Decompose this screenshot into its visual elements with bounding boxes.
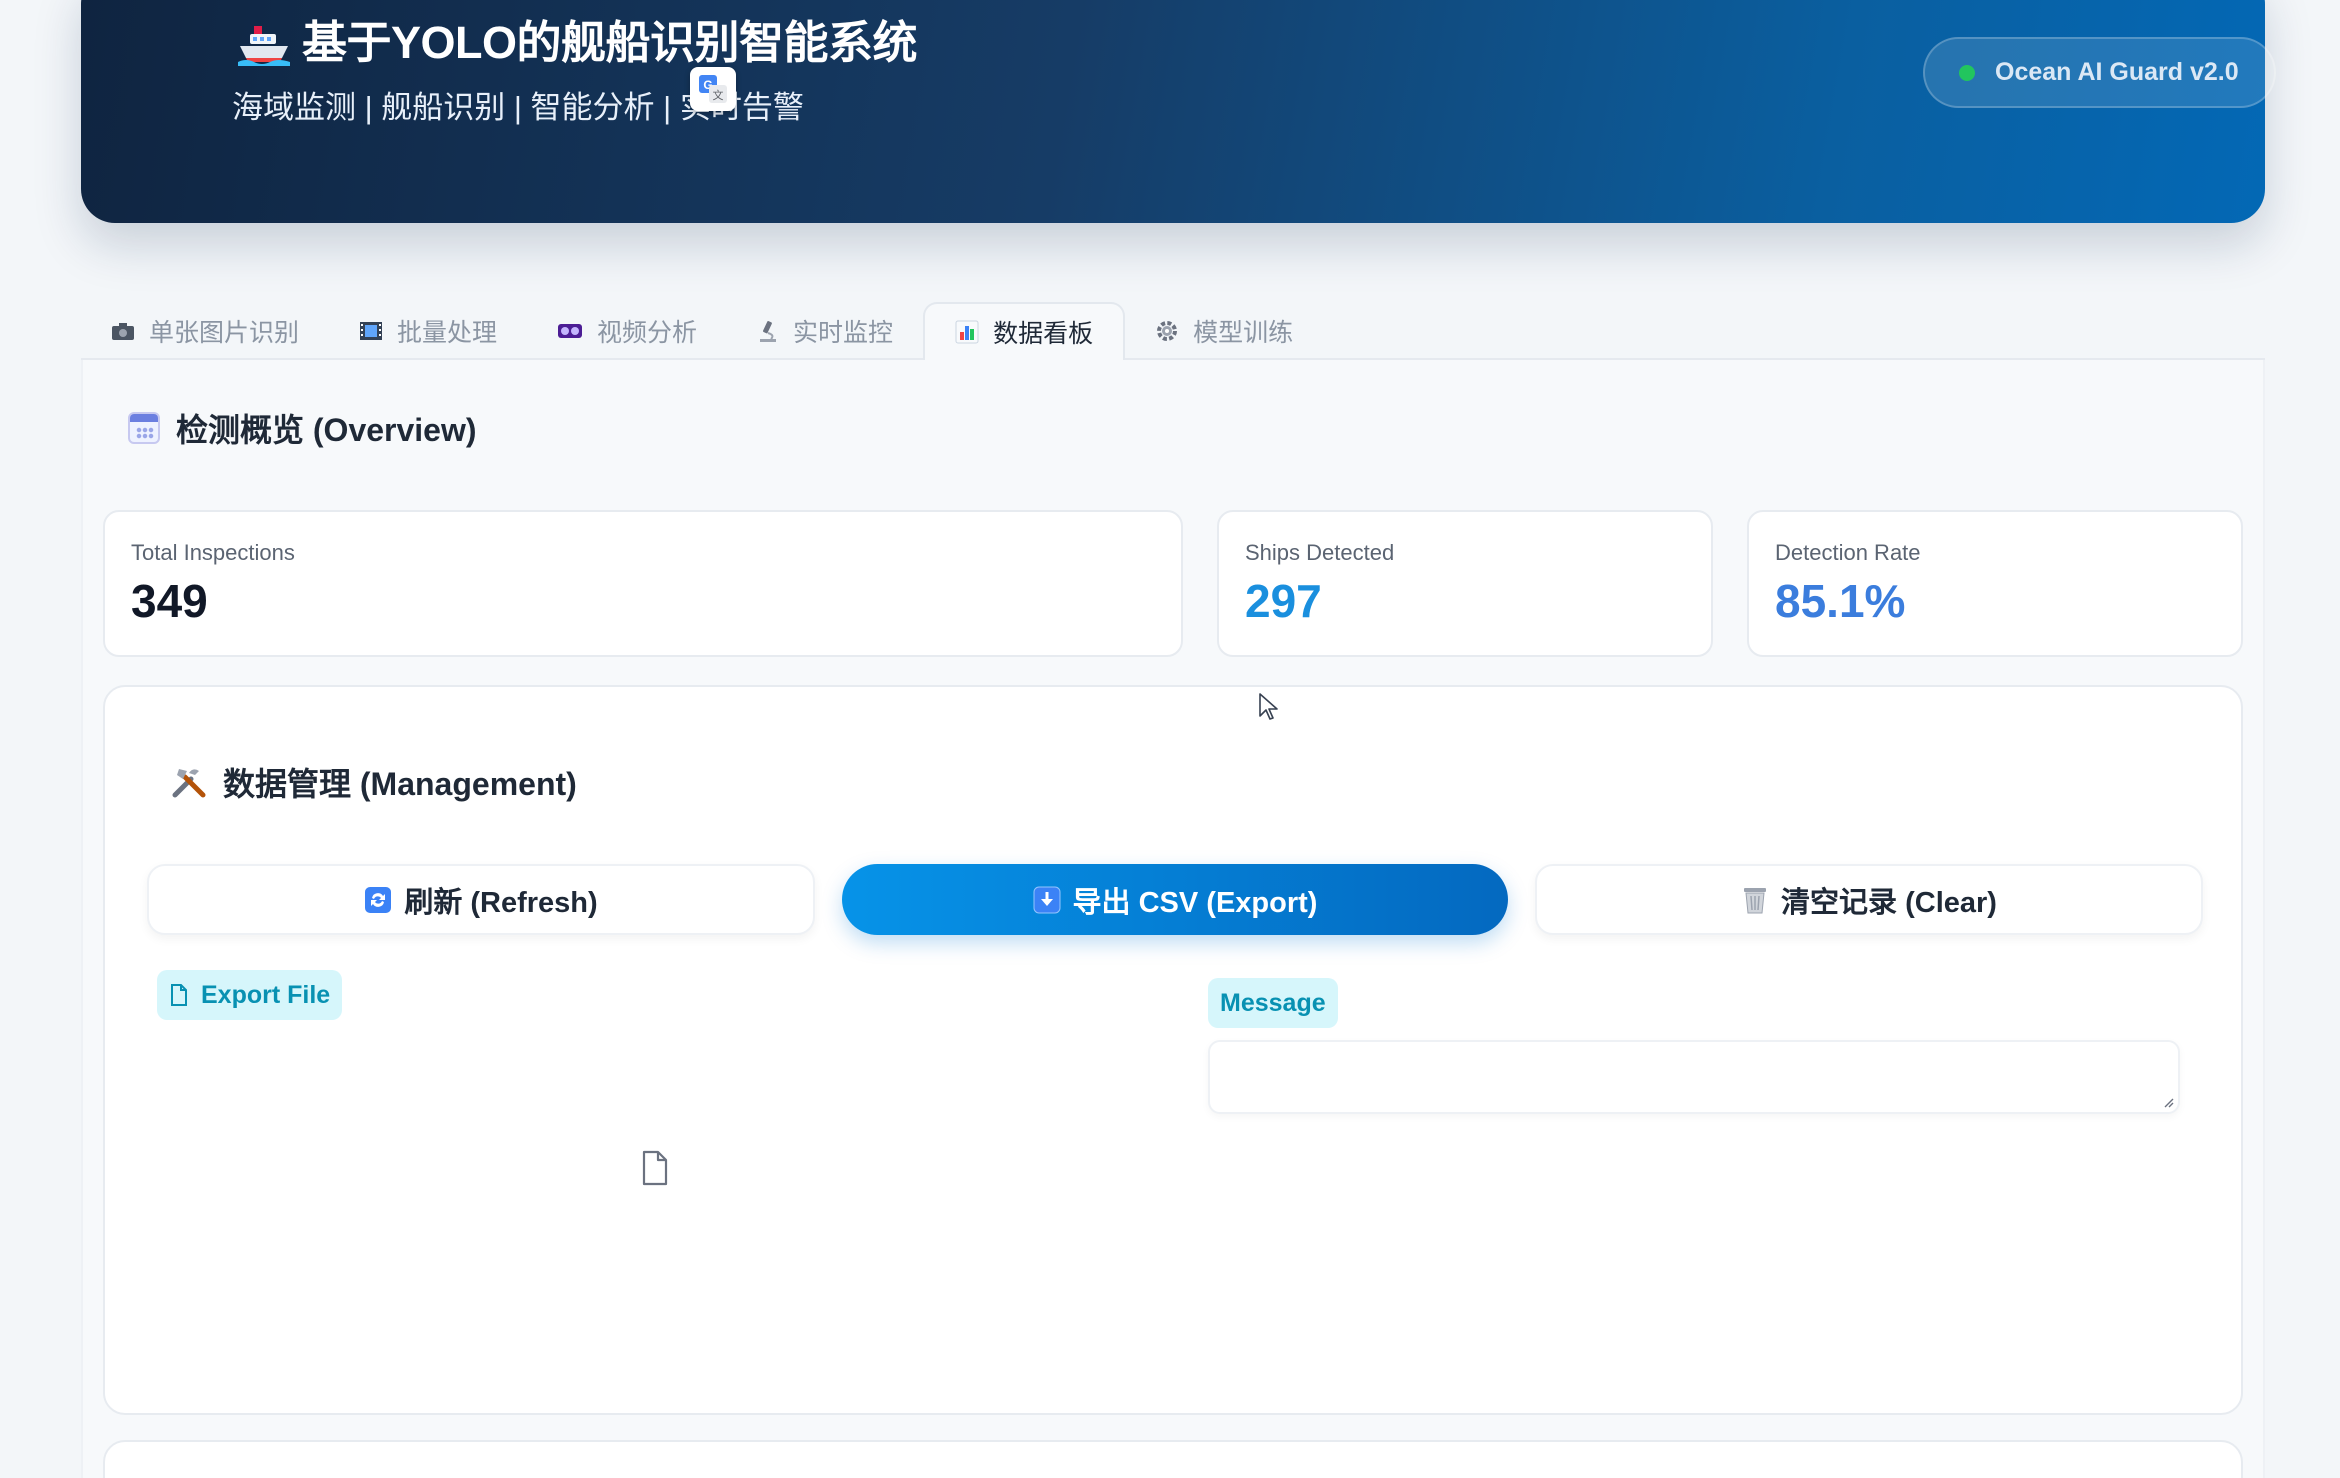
stat-label: Detection Rate [1775, 540, 1921, 565]
tab-realtime[interactable]: 实时监控 [727, 304, 923, 358]
overview-heading: 检测概览 (Overview) [128, 405, 477, 451]
stat-detection-rate: Detection Rate 85.1% [1747, 510, 2243, 657]
gear-icon [1157, 321, 1178, 341]
svg-text:文: 文 [713, 88, 724, 102]
bar-chart-icon [955, 320, 979, 344]
tools-icon [172, 769, 206, 798]
stat-ships-detected: Ships Detected 297 [1217, 510, 1713, 657]
stat-value: 297 [1245, 575, 1322, 627]
refresh-button[interactable]: 刷新 (Refresh) [147, 864, 815, 935]
stat-label: Ships Detected [1245, 540, 1395, 565]
stat-value: 85.1% [1775, 575, 1906, 627]
overview-title: 检测概览 (Overview) [176, 412, 477, 448]
camera-icon [112, 323, 134, 340]
tab-label: 模型训练 [1193, 319, 1294, 347]
file-icon [171, 984, 187, 1006]
management-title: 数据管理 (Management) [223, 766, 577, 802]
app-title: 基于YOLO的舰船识别智能系统 [302, 17, 918, 68]
tab-training[interactable]: 模型训练 [1125, 304, 1323, 358]
stat-total-inspections: Total Inspections 349 [103, 510, 1183, 657]
refresh-icon [365, 886, 392, 913]
message-label: Message [1208, 978, 1338, 1028]
management-card: 数据管理 (Management) 刷新 (Refresh) 导出 CSV (E… [103, 685, 2243, 1415]
tab-label: 视频分析 [597, 319, 698, 347]
message-label-text: Message [1220, 988, 1326, 1017]
management-heading: 数据管理 (Management) [171, 759, 577, 805]
tab-bar: 单张图片识别 批量处理 视频分析 实时监控 数据看板 模型训练 [81, 302, 2265, 360]
video-icon [558, 324, 583, 338]
export-csv-button[interactable]: 导出 CSV (Export) [842, 864, 1508, 935]
tab-single-image[interactable]: 单张图片识别 [81, 304, 329, 358]
translate-icon[interactable]: G 文 [690, 67, 736, 111]
tab-video[interactable]: 视频分析 [527, 304, 727, 358]
refresh-button-label: 刷新 (Refresh) [404, 886, 598, 919]
microscope-icon [760, 321, 777, 342]
file-placeholder-icon[interactable] [640, 1150, 670, 1186]
stat-label: Total Inspections [131, 540, 295, 565]
calendar-icon [128, 412, 160, 444]
film-icon [360, 322, 383, 340]
ship-icon [238, 25, 290, 66]
export-file-label: Export File [157, 970, 343, 1020]
status-dot-icon [1959, 64, 1975, 81]
version-badge-label: Ocean AI Guard v2.0 [1995, 58, 2239, 86]
download-arrow-icon [1033, 886, 1061, 913]
tab-batch[interactable]: 批量处理 [329, 304, 527, 358]
version-badge: Ocean AI Guard v2.0 [1923, 37, 2276, 108]
resize-handle-icon[interactable] [2162, 1096, 2174, 1108]
tab-label: 单张图片识别 [149, 319, 300, 347]
stat-value: 349 [131, 575, 208, 627]
tab-dashboard[interactable]: 数据看板 [923, 302, 1126, 360]
clear-records-button-label: 清空记录 (Clear) [1781, 886, 1997, 919]
wastebasket-icon [1744, 887, 1767, 913]
tab-label: 实时监控 [793, 319, 894, 347]
app-header: 基于YOLO的舰船识别智能系统 海域监测 | 舰船识别 | 智能分析 | 实时告… [81, 0, 2276, 223]
app-title-row: 基于YOLO的舰船识别智能系统 [238, 6, 918, 71]
app-page: 基于YOLO的舰船识别智能系统 海域监测 | 舰船识别 | 智能分析 | 实时告… [0, 0, 2340, 1478]
export-csv-button-label: 导出 CSV (Export) [1072, 886, 1318, 919]
mouse-cursor-icon [1259, 693, 1278, 720]
export-file-label-text: Export File [201, 980, 331, 1009]
message-textarea[interactable] [1208, 1040, 2180, 1114]
tab-label: 批量处理 [397, 319, 498, 347]
clear-records-button[interactable]: 清空记录 (Clear) [1535, 864, 2203, 935]
next-section-card [103, 1440, 2243, 1478]
tab-label: 数据看板 [993, 320, 1094, 348]
